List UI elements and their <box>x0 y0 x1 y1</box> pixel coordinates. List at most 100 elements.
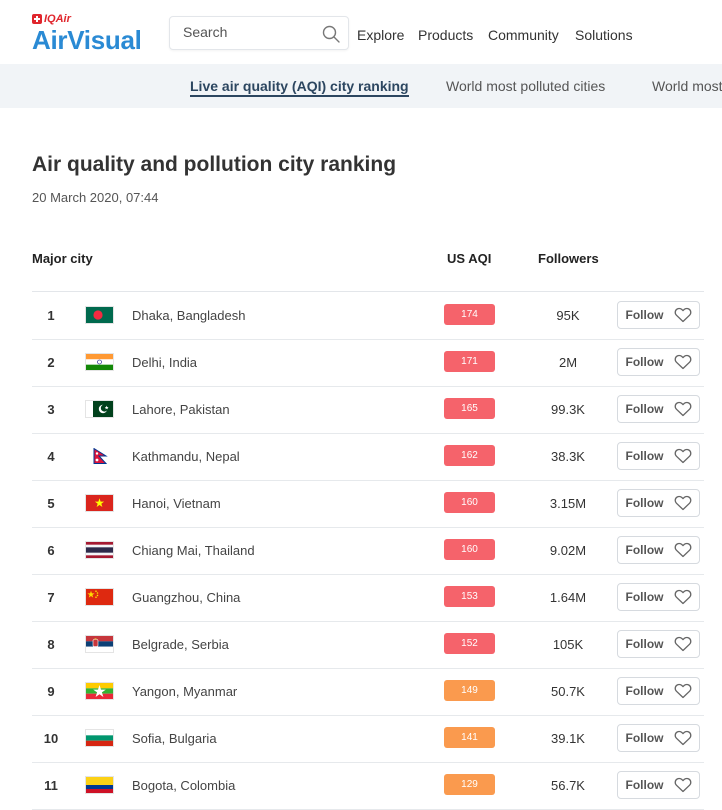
heart-icon <box>674 683 691 699</box>
follow-button[interactable]: Follow <box>617 630 700 658</box>
city-link[interactable]: Bogota, Colombia <box>132 778 235 793</box>
follow-button[interactable]: Follow <box>617 301 700 329</box>
follow-button[interactable]: Follow <box>617 536 700 564</box>
rank-number: 11 <box>44 778 58 793</box>
heart-icon <box>674 777 691 793</box>
city-link[interactable]: Chiang Mai, Thailand <box>132 543 255 558</box>
followers-count: 105K <box>552 637 584 652</box>
follow-button[interactable]: Follow <box>617 489 700 517</box>
table-row: 11 Bogota, Colombia 129 56.7K Follow <box>32 762 704 810</box>
city-link[interactable]: Dhaka, Bangladesh <box>132 308 245 323</box>
city-link[interactable]: Guangzhou, China <box>132 590 240 605</box>
nav-solutions[interactable]: Solutions <box>575 27 633 43</box>
table-row: 1 Dhaka, Bangladesh 174 95K Follow <box>32 292 704 340</box>
city-link[interactable]: Delhi, India <box>132 355 197 370</box>
heart-icon <box>674 401 691 417</box>
follow-label: Follow <box>625 308 664 322</box>
followers-count: 95K <box>556 308 580 323</box>
rank-number: 3 <box>47 402 55 417</box>
table-row: 7 Guangzhou, China 153 1.64M Follow <box>32 574 704 622</box>
followers-count: 56.7K <box>551 778 585 793</box>
flag-india-icon <box>85 353 114 371</box>
flag-china-icon <box>85 588 114 606</box>
column-header-aqi: US AQI <box>447 251 492 266</box>
aqi-badge: 174 <box>444 304 495 325</box>
follow-button[interactable]: Follow <box>617 677 700 705</box>
tab-most-polluted-more[interactable]: World most <box>652 78 722 94</box>
table-row: 10 Sofia, Bulgaria 141 39.1K Follow <box>32 715 704 763</box>
follow-button[interactable]: Follow <box>617 348 700 376</box>
city-link[interactable]: Yangon, Myanmar <box>132 684 237 699</box>
rank-number: 6 <box>47 543 55 558</box>
follow-button[interactable]: Follow <box>617 724 700 752</box>
followers-count: 3.15M <box>549 496 587 511</box>
follow-button[interactable]: Follow <box>617 395 700 423</box>
flag-colombia-icon <box>85 776 114 794</box>
heart-icon <box>674 448 691 464</box>
heart-icon <box>674 495 691 511</box>
nav-explore[interactable]: Explore <box>357 27 404 43</box>
airvisual-logo[interactable]: IQAir AirVisual <box>32 12 142 54</box>
search-icon[interactable] <box>322 25 340 43</box>
heart-icon <box>674 730 691 746</box>
aqi-badge: 171 <box>444 351 495 372</box>
aqi-badge: 162 <box>444 445 495 466</box>
follow-label: Follow <box>625 402 664 416</box>
search-box[interactable] <box>169 16 349 50</box>
followers-count: 1.64M <box>549 590 587 605</box>
rank-number: 9 <box>47 684 55 699</box>
city-link[interactable]: Belgrade, Serbia <box>132 637 229 652</box>
iqair-brand: IQAir <box>44 13 71 25</box>
aqi-badge: 141 <box>444 727 495 748</box>
page-title: Air quality and pollution city ranking <box>32 153 397 176</box>
search-input[interactable] <box>183 24 313 40</box>
table-row: 3 Lahore, Pakistan 165 99.3K Follow <box>32 386 704 434</box>
follow-label: Follow <box>625 449 664 463</box>
aqi-badge: 160 <box>444 539 495 560</box>
rank-number: 2 <box>47 355 55 370</box>
ranking-subnav: Live air quality (AQI) city ranking Worl… <box>0 64 722 108</box>
rank-number: 1 <box>47 308 55 323</box>
table-row: 9 Yangon, Myanmar 149 50.7K Follow <box>32 668 704 716</box>
rank-number: 5 <box>47 496 55 511</box>
city-link[interactable]: Lahore, Pakistan <box>132 402 230 417</box>
flag-bulgaria-icon <box>85 729 114 747</box>
follow-label: Follow <box>625 731 664 745</box>
aqi-badge: 160 <box>444 492 495 513</box>
flag-nepal-icon <box>85 447 114 465</box>
flag-thailand-icon <box>85 541 114 559</box>
follow-button[interactable]: Follow <box>617 442 700 470</box>
city-link[interactable]: Hanoi, Vietnam <box>132 496 221 511</box>
rank-number: 10 <box>43 731 59 746</box>
heart-icon <box>674 589 691 605</box>
flag-vietnam-icon <box>85 494 114 512</box>
ranking-date: 20 March 2020, 07:44 <box>32 190 159 205</box>
aqi-badge: 152 <box>444 633 495 654</box>
table-row: 4 Kathmandu, Nepal 162 38.3K Follow <box>32 433 704 481</box>
followers-count: 9.02M <box>549 543 587 558</box>
nav-products[interactable]: Products <box>418 27 473 43</box>
followers-count: 99.3K <box>551 402 585 417</box>
nav-community[interactable]: Community <box>488 27 559 43</box>
follow-label: Follow <box>625 355 664 369</box>
flag-myanmar-icon <box>85 682 114 700</box>
city-link[interactable]: Kathmandu, Nepal <box>132 449 240 464</box>
aqi-badge: 129 <box>444 774 495 795</box>
swiss-cross-icon <box>32 14 42 24</box>
heart-icon <box>674 542 691 558</box>
follow-button[interactable]: Follow <box>617 771 700 799</box>
table-row: 8 Belgrade, Serbia 152 105K Follow <box>32 621 704 669</box>
follow-button[interactable]: Follow <box>617 583 700 611</box>
followers-count: 38.3K <box>551 449 585 464</box>
rank-number: 4 <box>47 449 55 464</box>
follow-label: Follow <box>625 496 664 510</box>
tab-most-polluted-cities[interactable]: World most polluted cities <box>446 78 605 94</box>
table-row: 6 Chiang Mai, Thailand 160 9.02M Follow <box>32 527 704 575</box>
tab-live-aqi-ranking[interactable]: Live air quality (AQI) city ranking <box>190 78 409 97</box>
rank-number: 8 <box>47 637 55 652</box>
flag-pakistan-icon <box>85 400 114 418</box>
followers-count: 2M <box>558 355 578 370</box>
city-link[interactable]: Sofia, Bulgaria <box>132 731 217 746</box>
followers-count: 39.1K <box>551 731 585 746</box>
aqi-badge: 149 <box>444 680 495 701</box>
